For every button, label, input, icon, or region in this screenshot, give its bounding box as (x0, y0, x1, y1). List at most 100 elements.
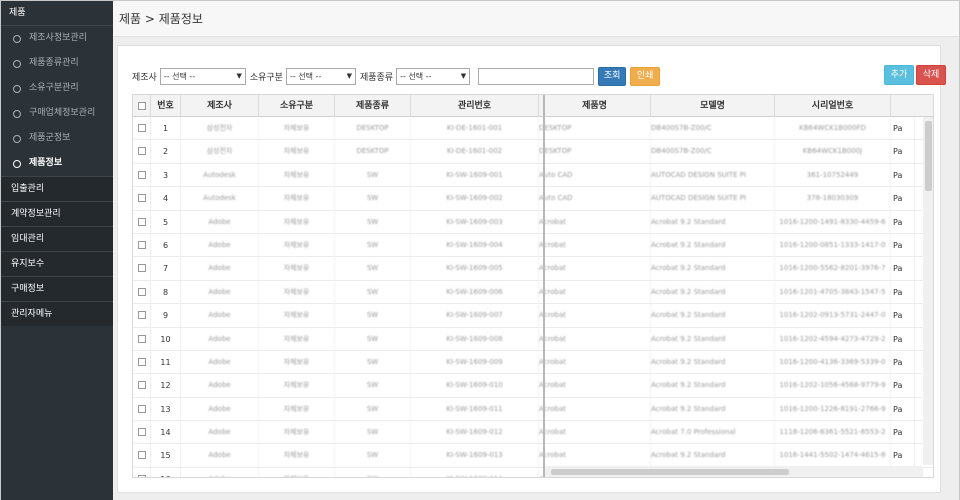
row-select-cell[interactable] (133, 350, 151, 374)
delete-button[interactable]: 삭제 (916, 65, 946, 85)
horizontal-scroll-thumb[interactable] (551, 469, 789, 475)
table-row[interactable]: 1 삼성전자 자체보유 DESKTOP KI-DE-1601-001 DESKTOP DB4… (133, 117, 933, 141)
sidebar-item-0[interactable]: 제조사정보관리 (1, 26, 113, 51)
vertical-scroll-thumb[interactable] (925, 121, 932, 191)
checkbox-icon[interactable] (137, 381, 146, 390)
vertical-scrollbar[interactable] (923, 117, 933, 465)
cell-no: 3 (151, 163, 181, 187)
checkbox-icon[interactable] (137, 287, 146, 296)
table-row[interactable]: 6 Adobe 자체보유 SW KI-SW-1609-004 Acrobat Acrobat… (133, 233, 933, 258)
checkbox-icon[interactable] (137, 357, 146, 366)
row-select-cell[interactable] (133, 444, 151, 468)
sidebar-menu-1[interactable]: 계약정보관리 (1, 201, 113, 226)
cell-maker: Autodesk (181, 187, 259, 211)
table-row[interactable]: 5 Adobe 자체보유 SW KI-SW-1609-003 Acrobat Acrobat… (133, 210, 933, 234)
cell-model: Acrobat 9.2 Standard (651, 327, 775, 351)
cell-name: Acrobat (539, 397, 651, 421)
sidebar-item-3[interactable]: 구매업체정보관리 (1, 101, 113, 126)
table-row[interactable]: 4 Autodesk 자체보유 SW KI-SW-1609-002 Auto CAD AUT… (133, 187, 933, 211)
maker-select[interactable]: -- 선택 -- ▼ (159, 67, 246, 85)
cell-type: SW (335, 350, 411, 374)
row-select-cell[interactable] (133, 397, 151, 421)
row-select-cell[interactable] (133, 117, 151, 140)
row-select-cell[interactable] (133, 233, 151, 257)
checkbox-icon[interactable] (137, 451, 146, 460)
row-select-cell[interactable] (133, 187, 151, 211)
cell-maker: Adobe (181, 350, 259, 374)
product-panel: 제조사 -- 선택 -- ▼ 소유구분 -- 선택 -- ▼ 제품종류 -- 선택 … (117, 45, 946, 493)
cell-no: 5 (151, 210, 181, 234)
table-row[interactable]: 11 Adobe 자체보유 SW KI-SW-1609-009 Acrobat Acroba… (133, 350, 933, 375)
sidebar-item-4[interactable]: 제품군정보 (1, 126, 113, 151)
sidebar-menu-2[interactable]: 임대관리 (1, 226, 113, 251)
table-row[interactable]: 7 Adobe 자체보유 SW KI-SW-1609-005 Acrobat Acrobat… (133, 257, 933, 281)
checkbox-icon[interactable] (137, 404, 146, 413)
cell-serial: KB64WCK1B000J (775, 140, 891, 164)
row-select-cell[interactable] (133, 257, 151, 281)
checkbox-icon[interactable] (137, 474, 146, 477)
checkbox-icon[interactable] (137, 124, 146, 132)
cell-name: Acrobat (539, 233, 651, 257)
cell-serial: 1016-1200-5562-8201-3976-7 (775, 257, 891, 281)
owner-select[interactable]: -- 선택 -- ▼ (285, 67, 356, 85)
checkbox-icon[interactable] (137, 170, 146, 179)
cell-extra: Pa (891, 280, 915, 304)
row-select-cell[interactable] (133, 280, 151, 304)
cell-no: 16 (151, 467, 181, 477)
filter-bar: 제조사 -- 선택 -- ▼ 소유구분 -- 선택 -- ▼ 제품종류 -- 선택 … (132, 66, 661, 86)
sidebar-item-5[interactable]: 제품정보 (1, 151, 113, 176)
table-row[interactable]: 8 Adobe 자체보유 SW KI-SW-1609-006 Acrobat Acrobat… (133, 280, 933, 305)
table-row[interactable]: 14 Adobe 자체보유 SW KI-SW-1609-012 Acrobat Acroba… (133, 421, 933, 445)
table-row[interactable]: 2 삼성전자 자체보유 DESKTOP KI-DE-1601-002 DESKTOP DB4… (133, 140, 933, 164)
checkbox-icon[interactable] (137, 194, 146, 203)
horizontal-scrollbar[interactable] (545, 466, 923, 477)
checkbox-icon[interactable] (137, 217, 146, 226)
chevron-down-icon: ▼ (346, 71, 352, 80)
sidebar-menu-3[interactable]: 유지보수 (1, 251, 113, 276)
row-select-cell[interactable] (133, 467, 151, 477)
cell-maker: Autodesk (181, 163, 259, 187)
sidebar-menu-0[interactable]: 입출관리 (1, 176, 113, 201)
table-row[interactable]: 9 Adobe 자체보유 SW KI-SW-1609-007 Acrobat Acrobat… (133, 304, 933, 328)
frozen-column-divider (543, 95, 545, 477)
table-row[interactable]: 3 Autodesk 자체보유 SW KI-SW-1609-001 Auto CAD AUT… (133, 163, 933, 188)
cell-maker: 삼성전자 (181, 117, 259, 140)
table-row[interactable]: 12 Adobe 자체보유 SW KI-SW-1609-010 Acrobat Acroba… (133, 374, 933, 398)
row-select-cell[interactable] (133, 210, 151, 234)
checkbox-icon[interactable] (137, 147, 146, 156)
cell-name: Acrobat (539, 374, 651, 398)
add-button[interactable]: 추가 (884, 65, 914, 85)
row-select-cell[interactable] (133, 163, 151, 187)
sidebar-menu-5[interactable]: 관리자메뉴 (1, 301, 113, 326)
cell-owner: 자체보유 (259, 397, 335, 421)
chevron-down-icon: ▼ (460, 71, 467, 80)
header-select-all[interactable] (133, 95, 151, 117)
row-select-cell[interactable] (133, 327, 151, 351)
sidebar-menu-4[interactable]: 구매정보 (1, 276, 113, 301)
sidebar-header[interactable]: 제품 (1, 1, 113, 26)
sidebar-item-1[interactable]: 제품종류관리 (1, 51, 113, 76)
row-select-cell[interactable] (133, 374, 151, 398)
checkbox-icon[interactable] (137, 240, 146, 249)
checkbox-icon[interactable] (137, 101, 146, 110)
checkbox-icon[interactable] (137, 334, 146, 343)
table-row[interactable]: 10 Adobe 자체보유 SW KI-SW-1609-008 Acrobat Acroba… (133, 327, 933, 351)
checkbox-icon[interactable] (137, 264, 146, 273)
search-button[interactable]: 조회 (598, 66, 627, 86)
sidebar-item-2[interactable]: 소유구분관리 (1, 76, 113, 101)
row-select-cell[interactable] (133, 421, 151, 445)
print-button[interactable]: 인쇄 (630, 66, 661, 86)
checkbox-icon[interactable] (137, 311, 146, 320)
search-input[interactable] (478, 67, 595, 85)
checkbox-icon[interactable] (137, 428, 146, 437)
cell-extra: Pa (891, 210, 915, 234)
cell-extra: Pa (891, 140, 915, 164)
cell-extra: Pa (891, 444, 915, 468)
row-select-cell[interactable] (133, 304, 151, 328)
cell-no: 6 (151, 233, 181, 257)
cell-extra: Pa (891, 257, 915, 281)
table-row[interactable]: 13 Adobe 자체보유 SW KI-SW-1609-011 Acrobat Acroba… (133, 397, 933, 422)
row-select-cell[interactable] (133, 140, 151, 164)
table-row[interactable]: 15 Adobe 자체보유 SW KI-SW-1609-013 Acrobat Acroba… (133, 444, 933, 468)
type-select[interactable]: -- 선택 -- ▼ (396, 67, 471, 85)
